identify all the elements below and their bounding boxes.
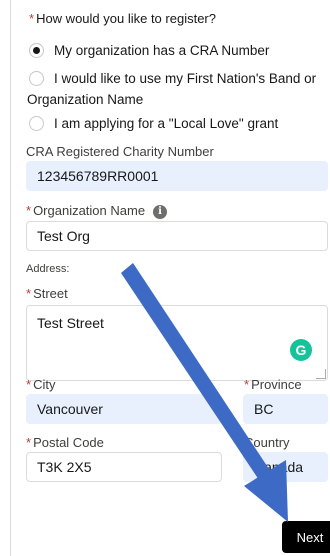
radio-button-local-love[interactable] [29,116,44,131]
country-input[interactable]: Canada [243,452,328,482]
radio-option-local-love[interactable]: I am applying for a "Local Love" grant [29,113,278,134]
city-input[interactable]: Vancouver [26,394,222,424]
required-asterisk: * [26,377,32,392]
organization-name-label: * Organization Name i [26,203,168,219]
cra-number-input[interactable]: 123456789RR0001 [26,161,328,191]
province-input[interactable]: BC [243,394,328,424]
radio-label-first-nation-line2: Organization Name [27,92,144,107]
required-asterisk: * [26,435,32,450]
required-asterisk: * [26,203,32,218]
radio-label-cra: My organization has a CRA Number [54,43,270,58]
city-label: * City [26,377,56,392]
street-label: * Street [26,286,68,301]
textarea-resize-handle[interactable] [316,369,326,379]
required-asterisk: * [244,377,250,392]
grammarly-icon[interactable] [290,339,312,361]
radio-option-cra[interactable]: My organization has a CRA Number [29,40,269,61]
postal-code-label: * Postal Code [26,435,104,450]
radio-label-first-nation: I would like to use my First Nation's Ba… [54,71,317,86]
register-question: * How would you like to register? [29,11,216,26]
required-asterisk: * [26,286,32,301]
postal-code-input[interactable]: T3K 2X5 [26,452,222,482]
province-label: * Province [244,377,302,392]
street-textarea[interactable]: Test Street [26,305,328,381]
radio-button-first-nation[interactable] [29,71,44,86]
organization-name-input[interactable]: Test Org [26,221,328,251]
next-button[interactable]: Next [282,521,330,553]
radio-button-cra[interactable] [29,43,44,58]
radio-label-local-love: I am applying for a "Local Love" grant [54,116,279,131]
cra-number-label: CRA Registered Charity Number [26,144,214,159]
country-label: Country [244,435,290,450]
info-icon[interactable]: i [153,205,168,219]
address-label: Address: [26,263,70,275]
radio-option-first-nation[interactable]: I would like to use my First Nation's Ba… [29,68,329,89]
required-asterisk: * [29,11,35,26]
